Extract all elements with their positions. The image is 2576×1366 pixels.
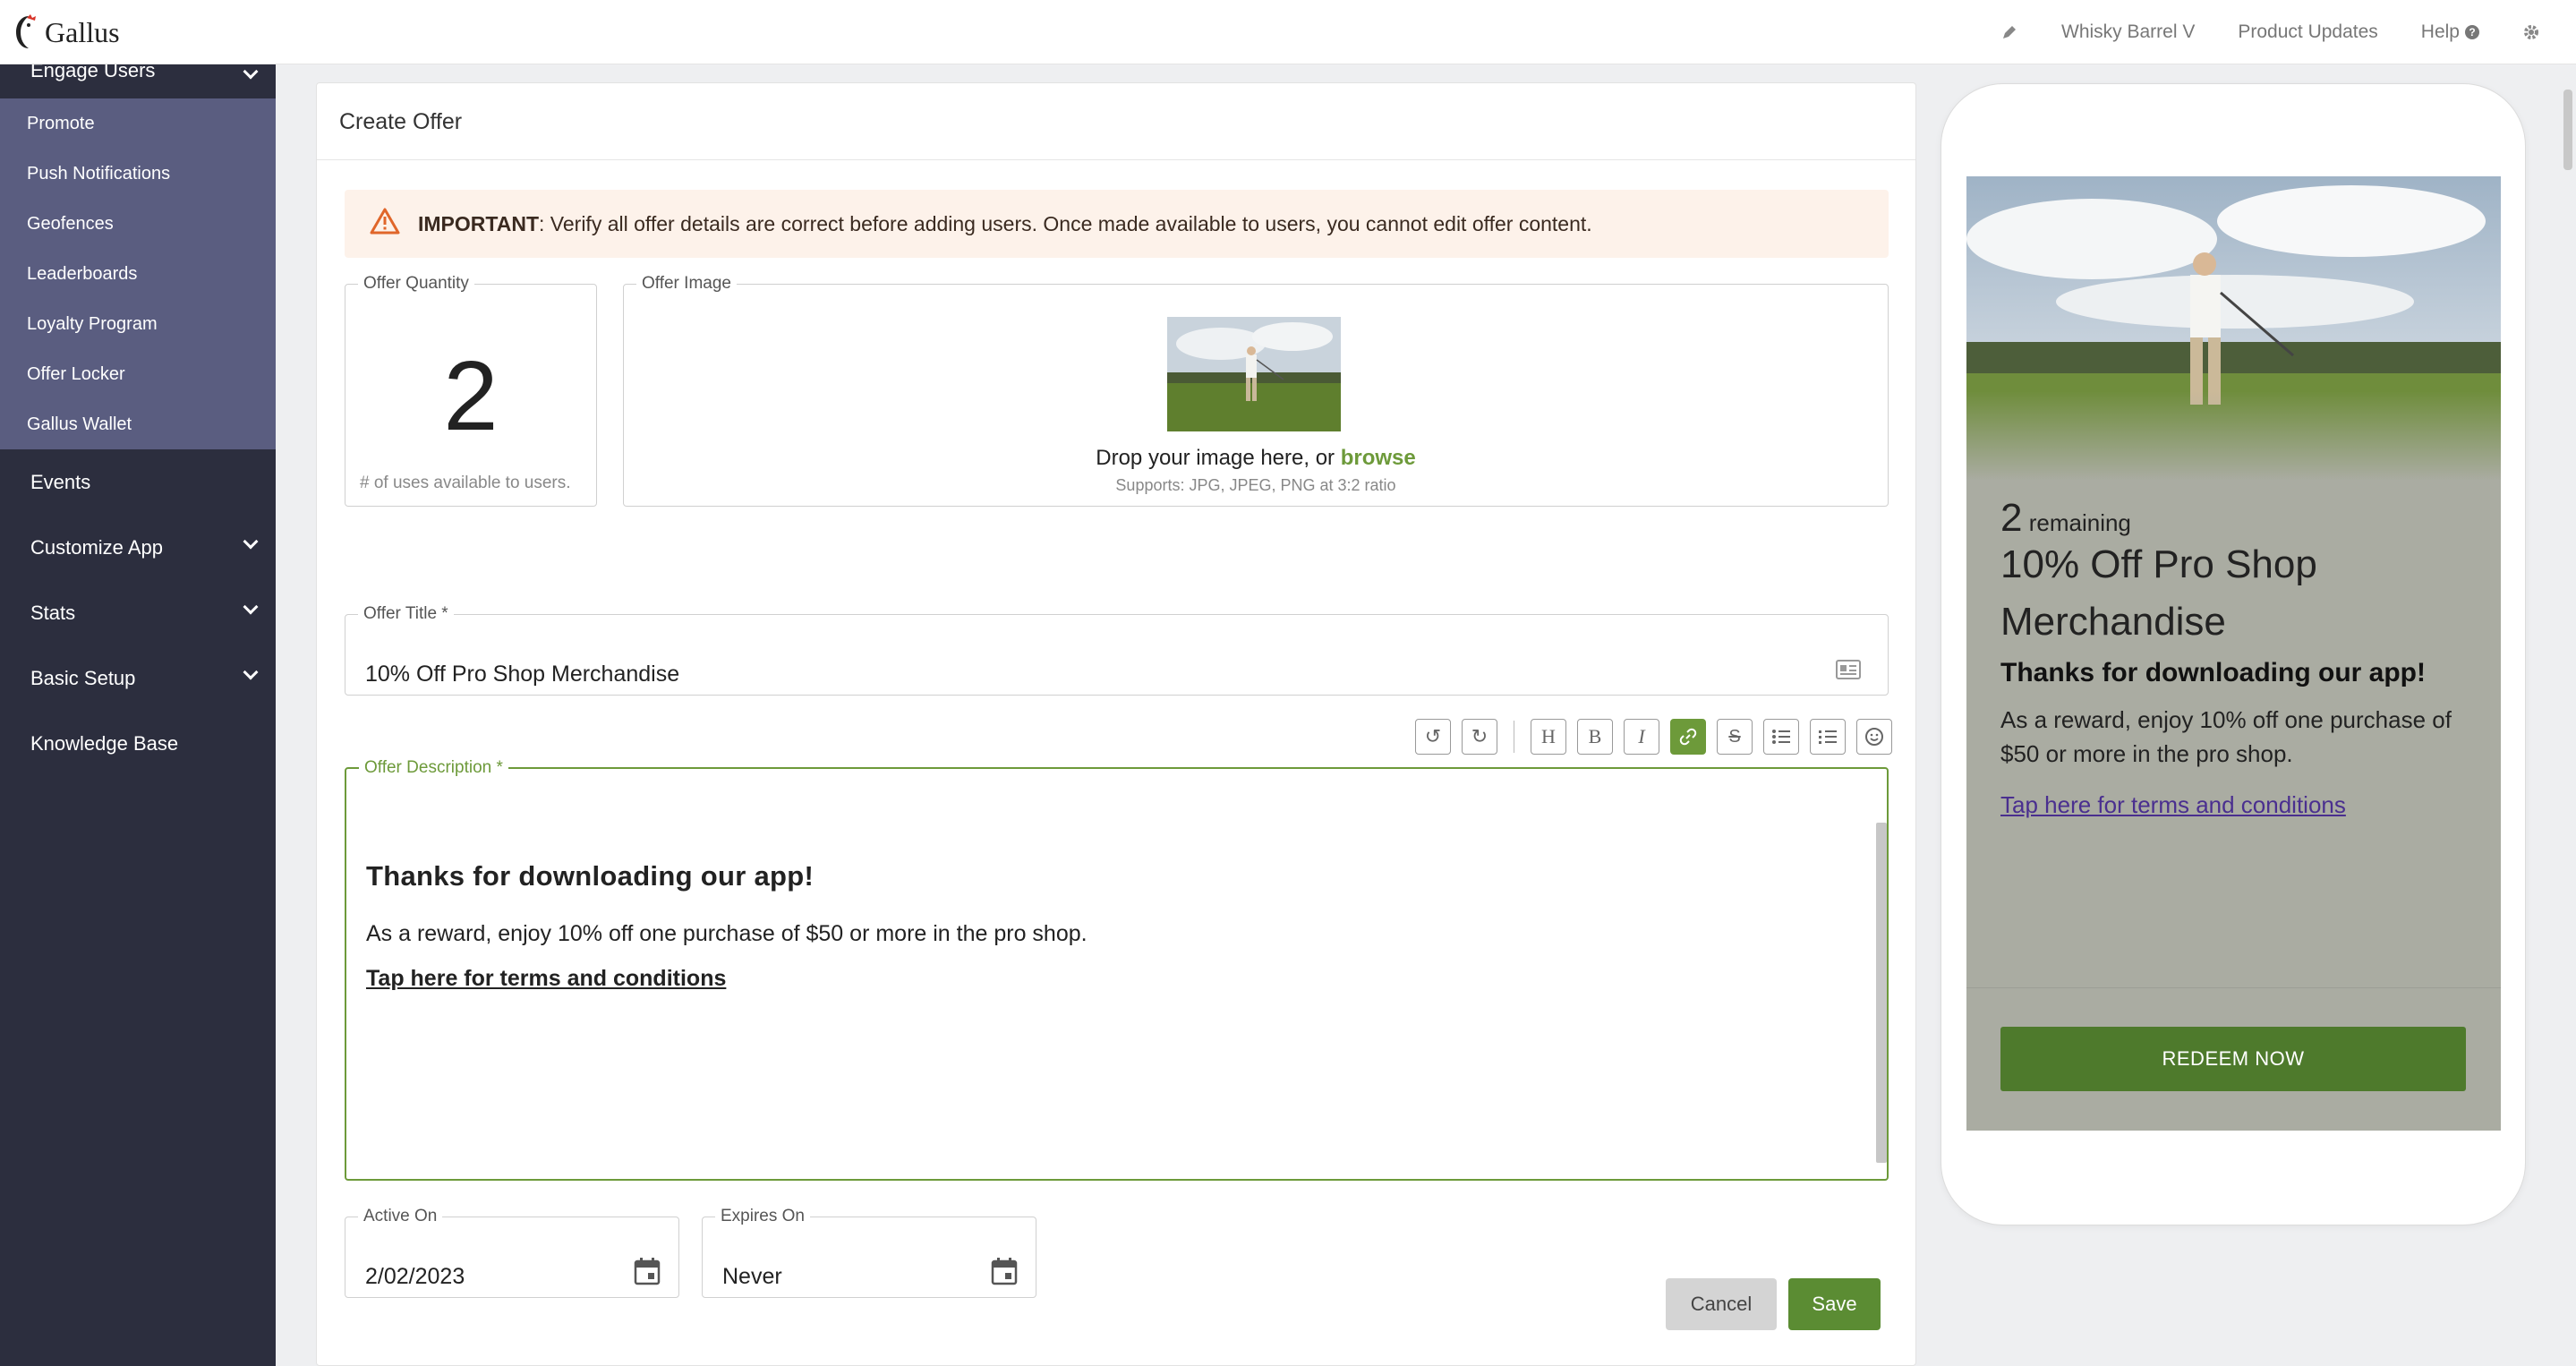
preview-remaining: 2 remaining bbox=[2000, 496, 2131, 541]
preview-remaining-count: 2 bbox=[2000, 496, 2023, 540]
app-name: Gallus bbox=[45, 15, 120, 48]
page-title: Create Offer bbox=[317, 83, 1915, 160]
preview-heading: Thanks for downloading our app! bbox=[2000, 658, 2426, 687]
top-bar: Gallus Whisky Barrel V Product Updates H… bbox=[0, 0, 2576, 64]
strikethrough-icon[interactable]: S bbox=[1717, 719, 1753, 755]
edit-icon[interactable] bbox=[2000, 23, 2018, 41]
sidebar-item-leaderboards[interactable]: Leaderboards bbox=[0, 249, 276, 299]
chevron-down-icon bbox=[243, 64, 259, 80]
offer-image-dropzone[interactable]: Offer Image Drop your image here, or bro… bbox=[623, 274, 1889, 507]
bold-icon[interactable]: B bbox=[1577, 719, 1613, 755]
sidebar-item-label: Basic Setup bbox=[30, 667, 136, 689]
numbered-list-icon[interactable] bbox=[1810, 719, 1846, 755]
rooster-logo-icon bbox=[11, 13, 41, 52]
important-alert: IMPORTANT : Verify all offer details are… bbox=[345, 190, 1889, 258]
bullet-list-icon[interactable] bbox=[1763, 719, 1799, 755]
sidebar-item-loyalty-program[interactable]: Loyalty Program bbox=[0, 299, 276, 349]
redeem-now-button[interactable]: REDEEM NOW bbox=[2000, 1027, 2466, 1091]
sidebar-item-events[interactable]: Events bbox=[0, 449, 276, 515]
warning-icon bbox=[370, 208, 400, 240]
sidebar-item-offer-locker[interactable]: Offer Locker bbox=[0, 349, 276, 399]
offer-image-label: Offer Image bbox=[642, 274, 731, 293]
sidebar-item-knowledge-base[interactable]: Knowledge Base bbox=[0, 711, 276, 776]
emoji-icon[interactable] bbox=[1856, 719, 1892, 755]
editor-scrollbar[interactable] bbox=[1876, 823, 1887, 1163]
sidebar-item-label: Customize App bbox=[30, 536, 163, 559]
sidebar-item-geofences[interactable]: Geofences bbox=[0, 199, 276, 249]
alert-text: : Verify all offer details are correct b… bbox=[539, 211, 1592, 235]
italic-icon[interactable]: I bbox=[1624, 719, 1659, 755]
chevron-down-icon bbox=[243, 664, 259, 680]
preview-screen: 2 remaining 10% Off Pro Shop Merchandise… bbox=[1966, 176, 2501, 1131]
sidebar-item-basic-setup[interactable]: Basic Setup bbox=[0, 645, 276, 711]
active-on-label: Active On bbox=[363, 1207, 438, 1225]
account-menu[interactable]: Whisky Barrel V bbox=[2061, 21, 2195, 43]
active-on-field[interactable]: Active On 2/02/2023 bbox=[345, 1207, 679, 1298]
preview-divider bbox=[1966, 987, 2501, 988]
save-button[interactable]: Save bbox=[1788, 1278, 1881, 1330]
offer-image-thumbnail bbox=[1167, 317, 1341, 431]
sidebar-main-list: Events Customize App Stats Basic Setup K… bbox=[0, 449, 276, 776]
sidebar-item-label: Stats bbox=[30, 602, 76, 624]
help-link[interactable]: Help ? bbox=[2421, 21, 2479, 43]
calendar-icon[interactable] bbox=[634, 1257, 661, 1290]
offer-quantity-label: Offer Quantity bbox=[363, 274, 469, 293]
sidebar-item-engage-users[interactable]: Engage Users bbox=[0, 59, 276, 98]
alert-strong: IMPORTANT bbox=[418, 211, 540, 235]
link-icon[interactable] bbox=[1670, 719, 1706, 755]
expires-on-field[interactable]: Expires On Never bbox=[702, 1207, 1036, 1298]
chevron-down-icon bbox=[243, 534, 259, 550]
undo-icon[interactable]: ↺ bbox=[1415, 719, 1451, 755]
active-on-input[interactable]: 2/02/2023 bbox=[365, 1264, 465, 1290]
redo-icon[interactable]: ↻ bbox=[1462, 719, 1497, 755]
phone-preview: 2 remaining 10% Off Pro Shop Merchandise… bbox=[1941, 83, 2526, 1225]
sidebar-item-push-notifications[interactable]: Push Notifications bbox=[0, 149, 276, 199]
preview-hero-image bbox=[1966, 176, 2501, 481]
engage-users-submenu: Promote Push Notifications Geofences Lea… bbox=[0, 98, 276, 449]
expires-on-label: Expires On bbox=[721, 1207, 805, 1225]
sidebar-item-customize-app[interactable]: Customize App bbox=[0, 515, 276, 580]
cancel-button[interactable]: Cancel bbox=[1666, 1278, 1777, 1330]
sidebar-item-promote[interactable]: Promote bbox=[0, 98, 276, 149]
top-nav: Whisky Barrel V Product Updates Help ? bbox=[2000, 0, 2540, 64]
preview-title: 10% Off Pro Shop Merchandise bbox=[2000, 542, 2317, 644]
offer-quantity-hint: # of uses available to users. bbox=[360, 474, 571, 492]
sidebar: Engage Users Promote Push Notifications … bbox=[0, 59, 276, 1366]
offer-title-label: Offer Title * bbox=[363, 604, 448, 623]
sidebar-item-stats[interactable]: Stats bbox=[0, 580, 276, 645]
drop-supported-formats: Supports: JPG, JPEG, PNG at 3:2 ratio bbox=[1115, 476, 1396, 494]
drop-text: Drop your image here, or bbox=[1096, 446, 1341, 470]
product-updates-link[interactable]: Product Updates bbox=[2238, 21, 2377, 43]
chevron-down-icon bbox=[243, 599, 259, 615]
calendar-icon[interactable] bbox=[991, 1257, 1018, 1290]
description-heading[interactable]: Thanks for downloading our app! bbox=[366, 860, 814, 892]
question-circle-icon: ? bbox=[2465, 25, 2479, 39]
page-scrollbar[interactable] bbox=[2563, 90, 2572, 170]
heading-icon[interactable]: H bbox=[1531, 719, 1566, 755]
description-link[interactable]: Tap here for terms and conditions bbox=[366, 966, 726, 992]
expires-on-input[interactable]: Never bbox=[722, 1264, 782, 1290]
create-offer-card: Create Offer IMPORTANT : Verify all offe… bbox=[316, 82, 1916, 1366]
help-label: Help bbox=[2420, 21, 2460, 42]
preview-remaining-label: remaining bbox=[2028, 509, 2131, 536]
preview-terms-link[interactable]: Tap here for terms and conditions bbox=[2000, 791, 2346, 819]
offer-quantity-value[interactable]: 2 bbox=[345, 347, 596, 446]
drop-instructions: Drop your image here, or browse bbox=[624, 446, 1888, 471]
app-logo[interactable]: Gallus bbox=[11, 13, 120, 52]
description-paragraph[interactable]: As a reward, enjoy 10% off one purchase … bbox=[366, 921, 1088, 947]
gear-icon[interactable] bbox=[2522, 23, 2540, 41]
preview-paragraph: As a reward, enjoy 10% off one purchase … bbox=[2000, 706, 2452, 767]
browse-link[interactable]: browse bbox=[1341, 446, 1416, 470]
offer-title-input[interactable]: 10% Off Pro Shop Merchandise bbox=[365, 662, 679, 687]
offer-description-label: Offer Description * bbox=[364, 758, 503, 777]
editor-toolbar: ↺ ↻ H B I S bbox=[1415, 719, 1892, 755]
id-card-icon bbox=[1836, 660, 1861, 684]
offer-quantity-field[interactable]: Offer Quantity 2 # of uses available to … bbox=[345, 274, 597, 507]
sidebar-item-gallus-wallet[interactable]: Gallus Wallet bbox=[0, 399, 276, 449]
offer-description-editor[interactable]: Offer Description * Thanks for downloadi… bbox=[345, 758, 1889, 1181]
offer-title-field[interactable]: Offer Title * 10% Off Pro Shop Merchandi… bbox=[345, 604, 1889, 696]
